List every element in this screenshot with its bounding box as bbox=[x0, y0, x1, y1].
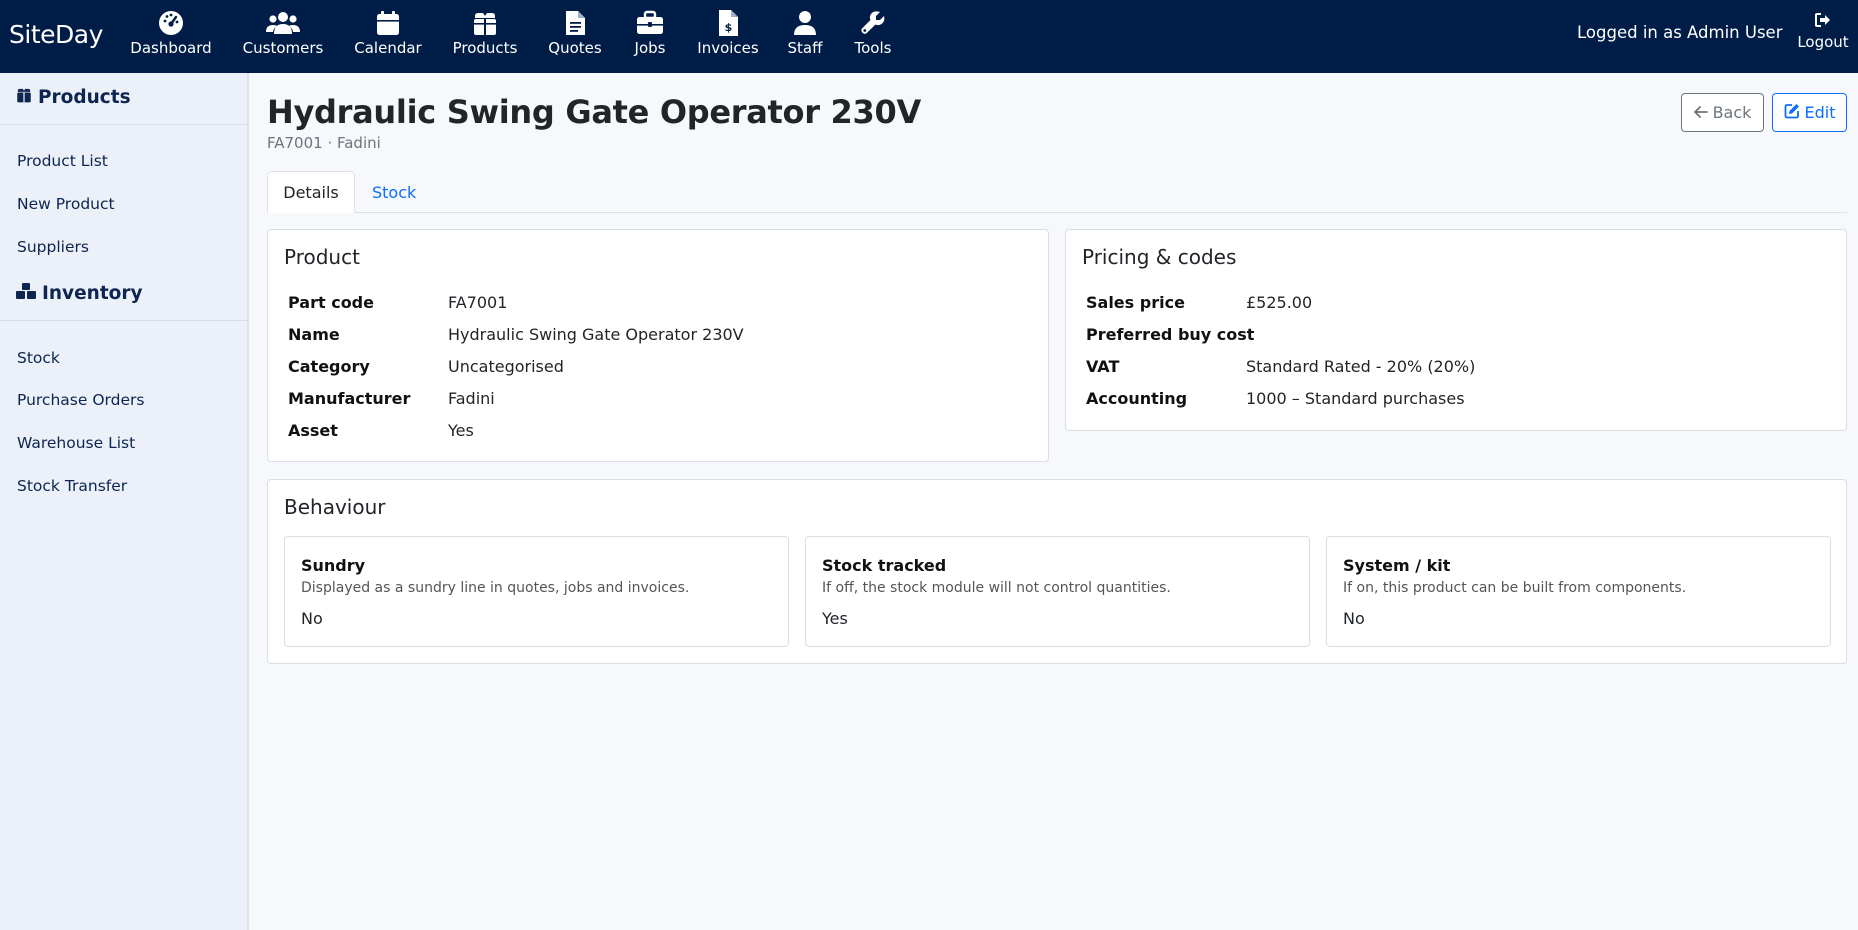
behaviour-description: If off, the stock module will not contro… bbox=[822, 580, 1171, 596]
sidebar-item-purchase-orders[interactable]: Purchase Orders bbox=[17, 391, 144, 409]
back-button[interactable]: Back bbox=[1681, 93, 1764, 132]
behaviour-value: No bbox=[1343, 609, 1365, 628]
edit-icon bbox=[1784, 103, 1800, 123]
nav-label: Jobs bbox=[634, 39, 666, 57]
card-title: Product bbox=[284, 245, 360, 269]
nav-dashboard[interactable]: Dashboard bbox=[116, 8, 226, 57]
nav-label: Tools bbox=[854, 39, 892, 57]
category-label: Category bbox=[288, 357, 370, 376]
sign-out-icon bbox=[1815, 12, 1831, 31]
brand-logo[interactable]: SiteDay bbox=[9, 20, 103, 49]
calendar-icon bbox=[376, 8, 400, 38]
gift-icon bbox=[472, 8, 498, 38]
briefcase-icon bbox=[636, 8, 664, 38]
behaviour-description: Displayed as a sundry line in quotes, jo… bbox=[301, 580, 690, 596]
user-icon bbox=[793, 8, 817, 38]
tab-details[interactable]: Details bbox=[267, 171, 355, 213]
asset-label: Asset bbox=[288, 421, 338, 440]
sidebar-divider bbox=[0, 320, 247, 321]
boxes-icon bbox=[16, 283, 36, 304]
sidebar-heading-products: Products bbox=[16, 87, 131, 108]
behaviour-heading: Sundry bbox=[301, 556, 366, 575]
nav-label: Quotes bbox=[548, 39, 602, 57]
arrow-left-icon bbox=[1693, 103, 1708, 122]
nav-customers[interactable]: Customers bbox=[228, 8, 338, 57]
nav-label: Dashboard bbox=[130, 39, 212, 57]
vat-label: VAT bbox=[1086, 357, 1120, 376]
accounting-label: Accounting bbox=[1086, 389, 1188, 408]
name-value: Hydraulic Swing Gate Operator 230V bbox=[448, 325, 744, 344]
nav-label: Products bbox=[452, 39, 518, 57]
sidebar-item-suppliers[interactable]: Suppliers bbox=[17, 238, 89, 256]
name-label: Name bbox=[288, 325, 340, 344]
wrench-icon bbox=[860, 8, 886, 38]
behaviour-value: No bbox=[301, 609, 323, 628]
back-label: Back bbox=[1712, 103, 1752, 122]
product-card: Product Part code FA7001 Name Hydraulic … bbox=[267, 229, 1049, 462]
invoice-icon: $ bbox=[717, 8, 739, 38]
nav-calendar[interactable]: Calendar bbox=[333, 8, 443, 57]
behaviour-heading: Stock tracked bbox=[822, 556, 947, 575]
page-title: Hydraulic Swing Gate Operator 230V bbox=[267, 93, 921, 131]
behaviour-card: Behaviour Sundry Displayed as a sundry l… bbox=[267, 479, 1847, 664]
sidebar-item-stock-transfer[interactable]: Stock Transfer bbox=[17, 477, 127, 495]
card-title: Pricing & codes bbox=[1082, 245, 1237, 269]
pricing-card: Pricing & codes Sales price £525.00 Pref… bbox=[1065, 229, 1847, 431]
sidebar-item-new-product[interactable]: New Product bbox=[17, 195, 115, 213]
behaviour-heading: System / kit bbox=[1343, 556, 1451, 575]
dashboard-icon bbox=[158, 8, 184, 38]
part-code-label: Part code bbox=[288, 293, 374, 312]
card-title: Behaviour bbox=[284, 495, 386, 519]
gift-icon bbox=[16, 87, 32, 108]
sidebar-heading-inventory: Inventory bbox=[16, 283, 143, 304]
sidebar-item-stock[interactable]: Stock bbox=[17, 349, 60, 367]
top-navbar: SiteDay Dashboard Customers Calendar Pro… bbox=[0, 0, 1858, 73]
asset-value: Yes bbox=[448, 421, 474, 440]
manufacturer-label: Manufacturer bbox=[288, 389, 411, 408]
nav-label: Customers bbox=[242, 39, 324, 57]
edit-label: Edit bbox=[1804, 103, 1836, 122]
sidebar-item-warehouse-list[interactable]: Warehouse List bbox=[17, 434, 135, 452]
file-icon bbox=[564, 8, 586, 38]
behaviour-item-sundry: Sundry Displayed as a sundry line in quo… bbox=[284, 536, 789, 647]
accounting-value: 1000 – Standard purchases bbox=[1246, 389, 1465, 408]
sidebar-heading-label: Products bbox=[38, 87, 131, 108]
logout-label: Logout bbox=[1797, 33, 1849, 51]
behaviour-description: If on, this product can be built from co… bbox=[1343, 580, 1687, 596]
page-subtitle: FA7001 · Fadini bbox=[267, 134, 381, 152]
sidebar-heading-label: Inventory bbox=[42, 283, 143, 304]
nav-tools[interactable]: Tools bbox=[818, 8, 928, 57]
sales-price-label: Sales price bbox=[1086, 293, 1185, 312]
nav-label: Calendar bbox=[354, 39, 422, 57]
users-icon bbox=[266, 8, 300, 38]
sidebar: Products Product List New Product Suppli… bbox=[0, 73, 249, 930]
vat-value: Standard Rated - 20% (20%) bbox=[1246, 357, 1476, 376]
category-value: Uncategorised bbox=[448, 357, 564, 376]
edit-button[interactable]: Edit bbox=[1772, 93, 1847, 132]
tab-stock[interactable]: Stock bbox=[372, 171, 416, 213]
preferred-buy-cost-label: Preferred buy cost bbox=[1086, 325, 1255, 344]
behaviour-item-system-kit: System / kit If on, this product can be … bbox=[1326, 536, 1831, 647]
sidebar-divider bbox=[0, 124, 247, 125]
manufacturer-value: Fadini bbox=[448, 389, 495, 408]
logout-button[interactable]: Logout bbox=[1797, 12, 1849, 51]
sales-price-value: £525.00 bbox=[1246, 293, 1313, 312]
svg-text:$: $ bbox=[725, 21, 733, 34]
part-code-value: FA7001 bbox=[448, 293, 508, 312]
behaviour-value: Yes bbox=[822, 609, 848, 628]
behaviour-item-stock-tracked: Stock tracked If off, the stock module w… bbox=[805, 536, 1310, 647]
tabs-divider bbox=[267, 212, 1847, 213]
sidebar-item-product-list[interactable]: Product List bbox=[17, 152, 108, 170]
logged-in-user: Logged in as Admin User bbox=[1577, 23, 1783, 42]
